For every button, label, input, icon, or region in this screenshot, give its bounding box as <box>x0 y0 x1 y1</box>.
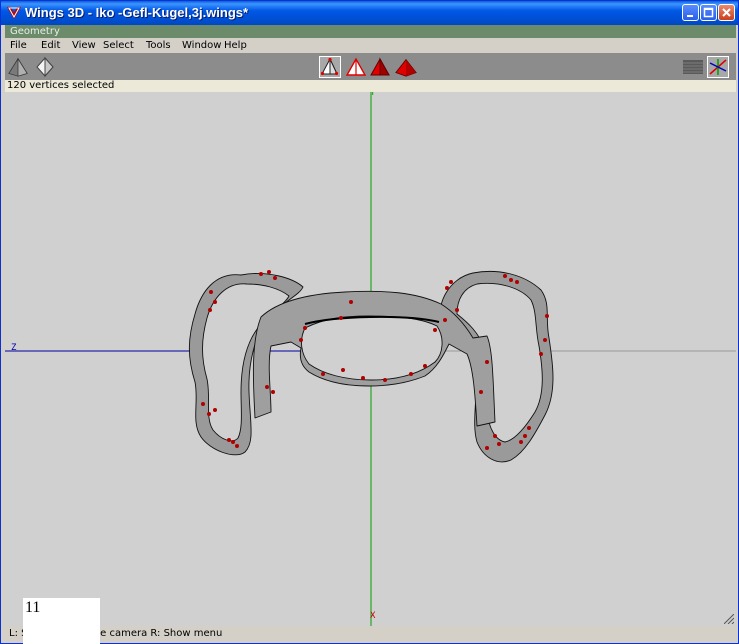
menu-bar: File Edit View Select Tools Window Help <box>5 38 736 53</box>
resize-grip-icon[interactable] <box>724 614 734 624</box>
vertex-mode-button[interactable] <box>319 56 341 78</box>
menu-file[interactable]: File <box>10 39 27 52</box>
title-bar[interactable]: Wings 3D - Iko -Gefl-Kugel,3j.wings* <box>1 1 738 25</box>
diamond-icon[interactable] <box>34 56 56 78</box>
geometry-title: Geometry <box>10 26 60 37</box>
info-bar: L: Select M: Tumble camera R: Show menu <box>5 626 736 642</box>
minimize-icon <box>687 15 693 17</box>
scene-canvas[interactable] <box>5 92 736 626</box>
overlay-value: 11 <box>25 599 41 616</box>
minimize-button[interactable] <box>682 4 699 21</box>
menu-view[interactable]: View <box>72 39 96 52</box>
menu-window[interactable]: Window <box>182 39 221 52</box>
grid-icon[interactable] <box>682 56 704 78</box>
x-axis-label: X <box>370 611 376 621</box>
toolbar <box>5 53 736 80</box>
maximize-icon <box>703 7 714 18</box>
menu-edit[interactable]: Edit <box>41 39 60 52</box>
wings-logo-icon <box>7 7 21 19</box>
edge-mode-icon[interactable] <box>345 56 367 78</box>
close-icon <box>722 8 731 17</box>
pyramid-icon[interactable] <box>7 56 29 78</box>
menu-tools[interactable]: Tools <box>146 39 171 52</box>
menu-select[interactable]: Select <box>103 39 134 52</box>
body-mode-icon[interactable] <box>395 56 417 78</box>
face-mode-icon[interactable] <box>369 56 391 78</box>
y-axis-label: Y <box>370 92 376 98</box>
3d-viewport[interactable]: Y Z X <box>5 92 736 626</box>
axes-icon <box>709 59 727 75</box>
close-button[interactable] <box>718 4 735 21</box>
window-title: Wings 3D - Iko -Gefl-Kugel,3j.wings* <box>25 5 249 20</box>
z-axis-label: Z <box>11 343 17 353</box>
app-window: Wings 3D - Iko -Gefl-Kugel,3j.wings* Geo… <box>0 0 739 644</box>
overlay-value-box: 11 <box>23 598 100 644</box>
vertex-mode-icon <box>320 57 339 76</box>
selection-status-bar: 120 vertices selected <box>5 80 736 92</box>
geometry-title-bar[interactable]: Geometry <box>5 25 736 38</box>
menu-help[interactable]: Help <box>224 39 247 52</box>
selection-status: 120 vertices selected <box>7 80 115 91</box>
axes-button[interactable] <box>707 56 729 78</box>
maximize-button[interactable] <box>700 4 717 21</box>
